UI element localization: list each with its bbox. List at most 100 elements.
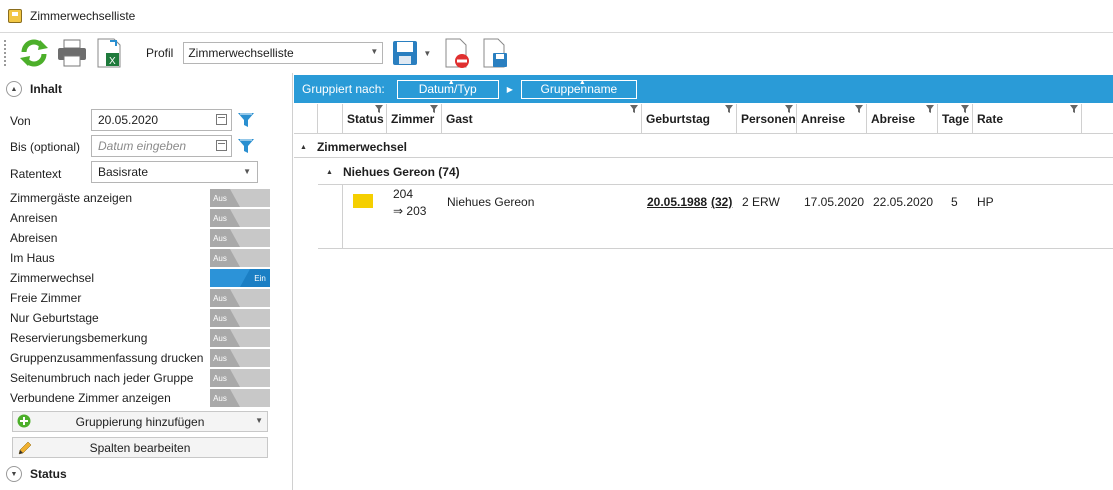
collapse-triangle-icon[interactable]: ▲	[300, 144, 307, 151]
bis-date-field[interactable]: Datum eingeben	[91, 135, 232, 157]
column-header-gast[interactable]: Gast	[442, 104, 642, 134]
filter-icon	[725, 105, 733, 113]
group-chip-gruppenname[interactable]: ▲ Gruppenname	[520, 78, 637, 99]
group-level2-label: Niehues Gereon (74)	[342, 165, 460, 179]
toggle-track	[230, 189, 240, 207]
spalten-label: Spalten bearbeiten	[89, 440, 191, 455]
filter-icon	[238, 139, 254, 153]
filter-icon	[961, 105, 969, 113]
column-header-tage[interactable]: Tage	[938, 104, 973, 134]
save-as-button[interactable]	[477, 36, 513, 70]
toggle-track	[230, 309, 240, 327]
option-toggle[interactable]: Aus	[210, 369, 270, 387]
toggle-track	[230, 209, 240, 227]
option-label: Reservierungsbemerkung	[10, 331, 148, 345]
filter-icon	[785, 105, 793, 113]
export-excel-button[interactable]: X	[92, 36, 128, 70]
calendar-icon[interactable]	[216, 114, 227, 125]
option-row: Gruppenzusammenfassung drucken Aus	[10, 348, 270, 368]
collapse-triangle-icon[interactable]: ▲	[326, 169, 333, 176]
excel-export-icon: X	[97, 38, 121, 68]
rate-cell: HP	[977, 195, 994, 209]
status-label: Status	[30, 467, 67, 481]
option-row: Verbundene Zimmer anzeigen Aus	[10, 388, 270, 408]
ratentext-select[interactable]: Basisrate ▼	[91, 161, 258, 183]
toggle-state: Aus	[210, 349, 230, 367]
ratentext-label: Ratentext	[10, 167, 62, 181]
expand-column-header	[294, 104, 318, 134]
group-row-level1[interactable]: ▲ Zimmerwechsel	[300, 140, 407, 154]
status-section-header[interactable]: ▼ Status	[6, 466, 67, 482]
option-label: Anreisen	[10, 211, 58, 225]
profil-select[interactable]: Zimmerwechselliste ▼	[183, 42, 384, 64]
toggle-track	[230, 249, 240, 267]
collapse-icon[interactable]: ▲	[6, 81, 22, 97]
sort-caret-icon: ▲	[578, 78, 586, 86]
option-toggle[interactable]: Aus	[210, 349, 270, 367]
column-header-rate[interactable]: Rate	[973, 104, 1082, 134]
option-toggle[interactable]: Ein	[210, 269, 270, 287]
toggle-track	[230, 389, 240, 407]
option-toggle[interactable]: Aus	[210, 289, 270, 307]
chevron-down-icon: ▼	[243, 167, 251, 176]
toggle-state: Aus	[210, 209, 230, 227]
group-chip-datum-typ[interactable]: ▲ Datum/Typ	[396, 79, 499, 99]
abreise-cell: 22.05.2020	[873, 195, 934, 209]
document-save-icon	[483, 38, 508, 68]
option-label: Nur Geburtstage	[10, 311, 99, 325]
column-header-abreise[interactable]: Abreise	[867, 104, 938, 134]
calendar-icon[interactable]	[216, 140, 227, 151]
bis-filter-button[interactable]	[235, 135, 257, 157]
option-label: Zimmerwechsel	[10, 271, 95, 285]
delete-profile-button[interactable]	[439, 36, 475, 70]
column-header-geburtstag[interactable]: Geburtstag	[642, 104, 737, 134]
expand-icon[interactable]: ▼	[6, 466, 22, 482]
save-button[interactable]	[387, 36, 423, 70]
spalten-bearbeiten-button[interactable]: Spalten bearbeiten	[12, 437, 268, 458]
column-header-status[interactable]: Status	[343, 104, 387, 134]
option-toggle[interactable]: Aus	[210, 189, 270, 207]
bis-label: Bis (optional)	[10, 140, 81, 154]
option-toggle[interactable]: Aus	[210, 329, 270, 347]
group-row-level2[interactable]: ▲ Niehues Gereon (74)	[326, 165, 460, 179]
von-label: Von	[10, 114, 31, 128]
option-row: Reservierungsbemerkung Aus	[10, 328, 270, 348]
option-toggle[interactable]: Aus	[210, 249, 270, 267]
option-toggle[interactable]: Aus	[210, 209, 270, 227]
save-icon	[393, 41, 418, 65]
von-date-field[interactable]: 20.05.2020	[91, 109, 232, 131]
toggle-track	[230, 289, 240, 307]
inhalt-section-header[interactable]: ▲ Inhalt	[6, 81, 62, 97]
toggle-state: Aus	[210, 309, 230, 327]
column-header-zimmer[interactable]: Zimmer	[387, 104, 442, 134]
toggle-state: Aus	[210, 369, 230, 387]
option-row: Abreisen Aus	[10, 228, 270, 248]
option-toggle[interactable]: Aus	[210, 389, 270, 407]
refresh-button[interactable]	[16, 36, 52, 70]
toggle-state: Aus	[210, 229, 230, 247]
column-header-anreise[interactable]: Anreise	[797, 104, 867, 134]
grouping-label: Gruppiert nach:	[302, 82, 385, 96]
chevron-down-icon: ▼	[255, 416, 263, 425]
toggle-state: Aus	[210, 329, 230, 347]
divider	[294, 157, 1113, 158]
toggle-state: Aus	[210, 189, 230, 207]
option-toggle[interactable]: Aus	[210, 229, 270, 247]
option-toggle[interactable]: Aus	[210, 309, 270, 327]
column-header-personen[interactable]: Personen	[737, 104, 797, 134]
option-row: Freie Zimmer Aus	[10, 288, 270, 308]
filter-icon	[238, 113, 254, 127]
alter-cell[interactable]: (32)	[711, 195, 732, 209]
von-filter-button[interactable]	[235, 109, 257, 131]
save-dropdown-icon[interactable]: ▼	[423, 49, 431, 58]
divider	[342, 185, 343, 249]
app-icon	[8, 9, 22, 23]
print-button[interactable]	[54, 36, 90, 70]
geburtstag-cell[interactable]: 20.05.1988	[647, 195, 707, 209]
option-label: Freie Zimmer	[10, 291, 82, 305]
toolbar-grip[interactable]	[4, 40, 8, 66]
zimmer-from: 204	[393, 187, 414, 201]
gruppierung-hinzufuegen-button[interactable]: Gruppierung hinzufügen ▼	[12, 411, 268, 432]
gruppierung-label: Gruppierung hinzufügen	[75, 414, 205, 429]
group-level1-label: Zimmerwechsel	[316, 140, 407, 154]
